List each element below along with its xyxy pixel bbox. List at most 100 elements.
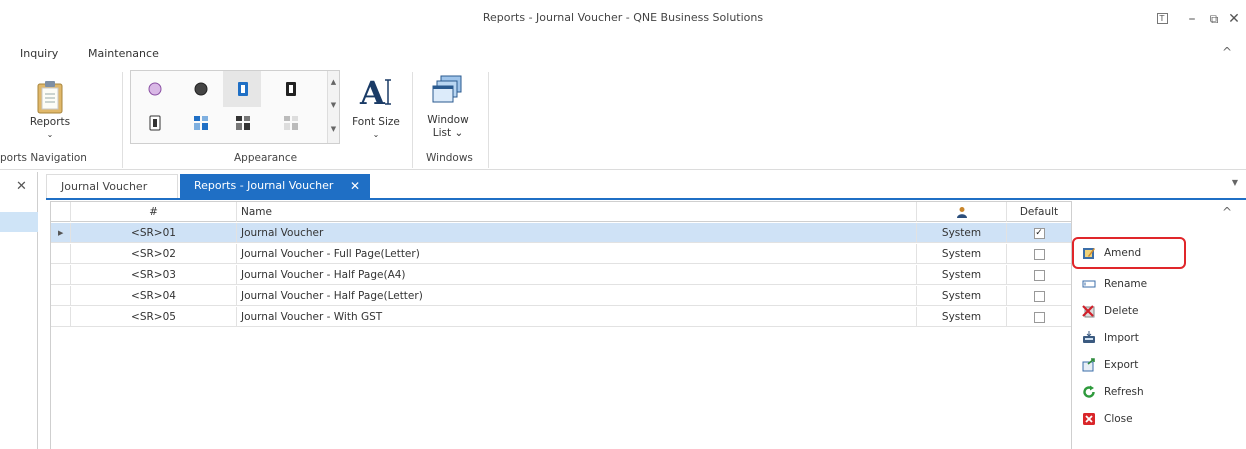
layout-light-icon[interactable] bbox=[281, 113, 301, 133]
table-row[interactable]: <SR>03 Journal Voucher - Half Page(A4) S… bbox=[51, 265, 1071, 285]
column-header-owner[interactable] bbox=[917, 202, 1007, 222]
rename-button[interactable]: Rename bbox=[1082, 273, 1192, 295]
import-label: Import bbox=[1104, 332, 1139, 344]
rename-label: Rename bbox=[1104, 278, 1148, 290]
column-header-number[interactable]: # bbox=[71, 202, 237, 222]
font-size-label: Font Size bbox=[352, 116, 400, 128]
row-indicator bbox=[51, 244, 71, 264]
close-pane-icon[interactable]: ✕ bbox=[16, 179, 27, 194]
default-checkbox[interactable] bbox=[1033, 248, 1045, 260]
tabs-dropdown-icon[interactable]: ▼ bbox=[1232, 178, 1238, 187]
export-icon bbox=[1082, 358, 1095, 372]
row-number: <SR>03 bbox=[71, 265, 237, 285]
row-owner: System bbox=[917, 244, 1007, 264]
user-icon bbox=[956, 207, 967, 218]
row-name: Journal Voucher bbox=[237, 223, 917, 243]
reports-dropdown-arrow: ⌄ bbox=[46, 130, 54, 139]
row-owner: System bbox=[917, 265, 1007, 285]
document-tabs: Journal Voucher Reports - Journal Vouche… bbox=[46, 172, 1246, 200]
window-title: Reports - Journal Voucher - QNE Business… bbox=[482, 11, 764, 24]
table-row[interactable]: <SR>04 Journal Voucher - Half Page(Lette… bbox=[51, 286, 1071, 306]
default-checkbox[interactable] bbox=[1033, 269, 1045, 281]
ribbon: Reports ⌄ ports Navigation ▲ ▼ ▼ A Font … bbox=[0, 64, 1246, 170]
tab-journal-voucher[interactable]: Journal Voucher bbox=[46, 174, 178, 198]
import-icon bbox=[1083, 331, 1095, 343]
office-blue-icon[interactable] bbox=[233, 79, 253, 99]
collapse-ribbon-button[interactable]: ^ bbox=[1222, 45, 1232, 59]
tab-reports-journal-voucher[interactable]: Reports - Journal Voucher ✕ bbox=[180, 174, 370, 198]
font-size-dropdown-arrow: ⌄ bbox=[372, 130, 380, 139]
row-number: <SR>02 bbox=[71, 244, 237, 264]
collapse-actions-button[interactable]: ^ bbox=[1222, 205, 1232, 219]
row-number: <SR>04 bbox=[71, 286, 237, 306]
row-owner: System bbox=[917, 223, 1007, 243]
tab-label: Reports - Journal Voucher bbox=[194, 179, 334, 192]
row-indicator bbox=[51, 307, 71, 327]
table-row[interactable]: <SR>02 Journal Voucher - Full Page(Lette… bbox=[51, 244, 1071, 264]
delete-label: Delete bbox=[1104, 305, 1139, 317]
amend-button[interactable]: Amend bbox=[1082, 242, 1192, 264]
font-size-button[interactable]: A Font Size ⌄ bbox=[348, 66, 404, 146]
import-button[interactable]: Import bbox=[1082, 327, 1192, 349]
gallery-scrollbar[interactable]: ▲ ▼ ▼ bbox=[327, 71, 339, 143]
refresh-button[interactable]: Refresh bbox=[1082, 381, 1192, 403]
row-name: Journal Voucher - With GST bbox=[237, 307, 917, 327]
skin-purple-icon[interactable] bbox=[145, 79, 165, 99]
grid-header: # Name Default bbox=[51, 202, 1071, 222]
svg-text:A: A bbox=[359, 74, 386, 108]
export-button[interactable]: Export bbox=[1082, 354, 1192, 376]
close-icon bbox=[1083, 413, 1095, 425]
help-button[interactable]: T bbox=[1150, 8, 1174, 30]
appearance-gallery[interactable]: ▲ ▼ ▼ bbox=[130, 70, 340, 144]
action-panel: ^ Amend Rename Delete Import Export Refr… bbox=[1072, 201, 1246, 449]
rename-icon bbox=[1082, 280, 1096, 288]
close-button[interactable]: Close bbox=[1082, 408, 1192, 430]
delete-button[interactable]: Delete bbox=[1082, 300, 1192, 322]
column-header-default[interactable]: Default bbox=[1007, 202, 1071, 222]
layout-blue-icon[interactable] bbox=[191, 113, 211, 133]
close-window-button[interactable]: ✕ bbox=[1222, 8, 1246, 30]
group-label-windows: Windows bbox=[426, 152, 473, 164]
row-owner: System bbox=[917, 307, 1007, 327]
font-size-icon: A bbox=[359, 74, 391, 108]
reports-grid: # Name Default ▶ <SR>01 Journal Voucher … bbox=[50, 201, 1072, 449]
table-row[interactable]: <SR>05 Journal Voucher - With GST System bbox=[51, 307, 1071, 327]
default-checkbox[interactable] bbox=[1033, 311, 1045, 323]
group-separator bbox=[122, 72, 123, 168]
reports-button[interactable]: Reports ⌄ bbox=[20, 66, 80, 146]
row-pointer-icon: ▶ bbox=[58, 229, 64, 237]
default-checkbox[interactable]: ✓ bbox=[1033, 227, 1045, 239]
row-default-cell bbox=[1007, 286, 1071, 306]
tab-label: Journal Voucher bbox=[61, 180, 148, 193]
refresh-icon bbox=[1083, 385, 1095, 398]
row-name: Journal Voucher - Full Page(Letter) bbox=[237, 244, 917, 264]
amend-label: Amend bbox=[1104, 247, 1142, 259]
row-default-cell bbox=[1007, 265, 1071, 285]
default-checkbox[interactable] bbox=[1033, 290, 1045, 302]
table-row[interactable]: ▶ <SR>01 Journal Voucher System ✓ bbox=[51, 223, 1071, 243]
menu-bar: Inquiry Maintenance ^ bbox=[0, 40, 1246, 64]
layout-dark-icon[interactable] bbox=[233, 113, 253, 133]
group-separator bbox=[488, 72, 489, 168]
menu-inquiry[interactable]: Inquiry bbox=[20, 47, 58, 60]
group-separator bbox=[412, 72, 413, 168]
row-indicator bbox=[51, 265, 71, 285]
group-label-appearance: Appearance bbox=[234, 152, 298, 164]
export-label: Export bbox=[1104, 359, 1139, 371]
window-list-button[interactable]: Window List ⌄ bbox=[418, 66, 478, 146]
office-white-icon[interactable] bbox=[145, 113, 165, 133]
row-default-cell bbox=[1007, 244, 1071, 264]
menu-maintenance[interactable]: Maintenance bbox=[88, 47, 159, 60]
navigation-pane: ✕ bbox=[0, 172, 38, 449]
reports-label: Reports bbox=[29, 116, 71, 128]
column-header-name[interactable]: Name bbox=[237, 202, 917, 222]
skin-dark-icon[interactable] bbox=[191, 79, 211, 99]
navigation-selected-item[interactable] bbox=[0, 212, 38, 232]
office-black-icon[interactable] bbox=[281, 79, 301, 99]
row-default-cell: ✓ bbox=[1007, 223, 1071, 243]
minimize-button[interactable]: – bbox=[1180, 8, 1204, 30]
close-tab-icon[interactable]: ✕ bbox=[350, 174, 360, 198]
close-label: Close bbox=[1104, 413, 1133, 425]
row-indicator: ▶ bbox=[51, 223, 71, 243]
refresh-label: Refresh bbox=[1104, 386, 1144, 398]
